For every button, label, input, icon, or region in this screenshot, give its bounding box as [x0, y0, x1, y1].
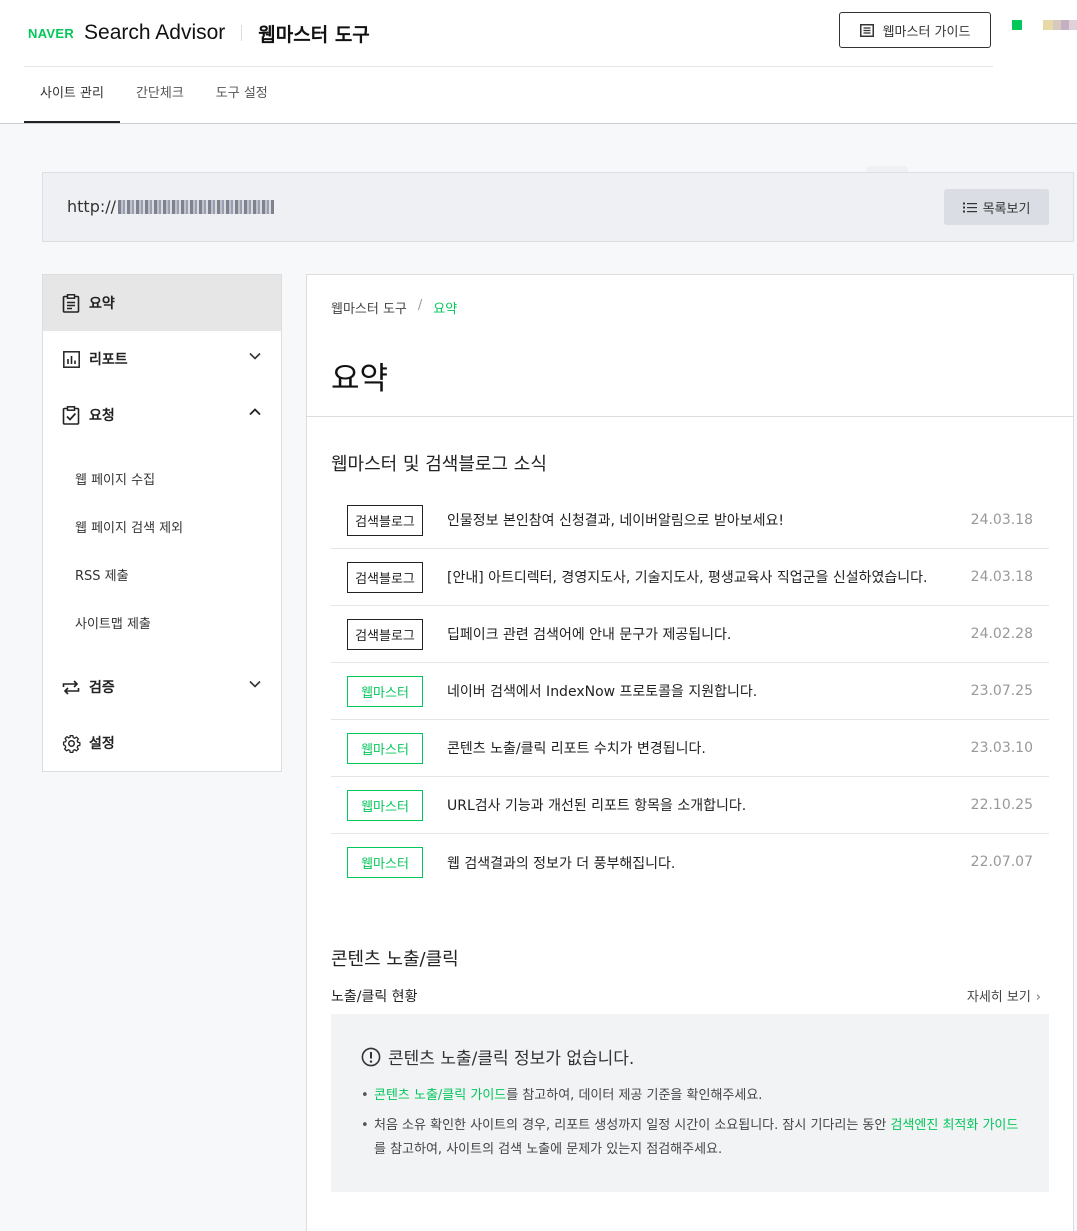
list-view-button[interactable]: 목록보기	[944, 189, 1049, 225]
news-row[interactable]: 웹마스터 네이버 검색에서 IndexNow 프로토콜을 지원합니다. 23.0…	[331, 663, 1049, 720]
news-row[interactable]: 검색블로그 인물정보 본인참여 신청결과, 네이버알림으로 받아보세요! 24.…	[331, 492, 1049, 549]
document-icon	[859, 23, 874, 37]
submenu-sitemap-submit[interactable]: 사이트맵 제출	[75, 613, 151, 632]
sidebar-item-label: 요청	[89, 408, 115, 424]
clipboard-icon	[61, 293, 81, 313]
redacted-domain	[118, 199, 275, 214]
empty-state-message: 콘텐츠 노출/클릭 정보가 없습니다.	[388, 1049, 635, 1069]
news-tag-badge: 웹마스터	[347, 732, 423, 764]
news-tag-badge: 검색블로그	[347, 618, 423, 650]
news-title[interactable]: 콘텐츠 노출/클릭 리포트 수치가 변경됩니다.	[447, 738, 706, 758]
tab-tool-settings[interactable]: 도구 설정	[200, 67, 284, 123]
main-content: 웹마스터 도구 / 요약 요약 웹마스터 및 검색블로그 소식 검색블로그 인물…	[306, 274, 1074, 1231]
news-row[interactable]: 검색블로그 딥페이크 관련 검색어에 안내 문구가 제공됩니다. 24.02.2…	[331, 606, 1049, 663]
note-text: 처음 소유 확인한 사이트의 경우, 리포트 생성까지 일정 시간이 소요됩니다…	[374, 1118, 891, 1133]
see-more-link[interactable]: 자세히 보기 ›	[967, 986, 1041, 1005]
breadcrumb: 웹마스터 도구 / 요약	[331, 298, 457, 317]
empty-state-box: 콘텐츠 노출/클릭 정보가 없습니다. 콘텐츠 노출/클릭 가이드를 참고하여,…	[331, 1014, 1049, 1192]
webmaster-guide-button[interactable]: 웹마스터 가이드	[839, 12, 991, 48]
site-url-prefix: http://	[67, 197, 117, 216]
news-tag-badge: 웹마스터	[347, 847, 423, 878]
list-icon	[962, 202, 977, 212]
sidebar-item-label: 설정	[89, 736, 115, 752]
see-more-label: 자세히 보기	[966, 990, 1031, 1005]
submenu-rss-submit[interactable]: RSS 제출	[75, 565, 129, 584]
main-tabs: 사이트 관리 간단체크 도구 설정	[24, 67, 284, 123]
gear-icon	[61, 733, 81, 753]
sidebar-item-label: 검증	[89, 680, 115, 696]
sidebar-item-settings[interactable]: 설정	[43, 715, 281, 771]
bar-chart-icon	[61, 349, 81, 369]
news-date: 23.03.10	[970, 740, 1033, 756]
sync-icon	[61, 677, 81, 697]
check-clipboard-icon	[61, 405, 81, 425]
title-divider	[307, 416, 1073, 417]
sidebar-item-summary[interactable]: 요약	[43, 275, 281, 331]
news-title[interactable]: 네이버 검색에서 IndexNow 프로토콜을 지원합니다.	[447, 681, 757, 701]
tool-title[interactable]: 웹마스터 도구	[258, 20, 370, 47]
sidebar-item-label: 요약	[89, 296, 115, 312]
sidebar-item-report[interactable]: 리포트	[43, 331, 281, 387]
exposure-guide-link[interactable]: 콘텐츠 노출/클릭 가이드	[374, 1088, 506, 1103]
submenu-web-page-collect[interactable]: 웹 페이지 수집	[75, 469, 155, 488]
sidebar: 요약 리포트 요청 웹 페이지 수집 웹 페이지 검색 제외 RSS 제출 사이…	[42, 274, 282, 772]
news-list: 검색블로그 인물정보 본인참여 신청결과, 네이버알림으로 받아보세요! 24.…	[331, 492, 1049, 891]
news-title[interactable]: 인물정보 본인참여 신청결과, 네이버알림으로 받아보세요!	[447, 510, 784, 530]
profile-avatar[interactable]	[1043, 20, 1077, 30]
site-url: http://	[67, 197, 275, 216]
note-item: 처음 소유 확인한 사이트의 경우, 리포트 생성까지 일정 시간이 소요됩니다…	[361, 1114, 1029, 1162]
exposure-subtitle: 노출/클릭 현황	[331, 989, 418, 1005]
sidebar-item-label: 리포트	[89, 352, 128, 368]
news-tag-badge: 검색블로그	[347, 561, 423, 593]
sidebar-item-verify[interactable]: 검증	[43, 659, 281, 715]
site-bar: http:// 목록보기	[42, 172, 1074, 242]
news-row[interactable]: 웹마스터 URL검사 기능과 개선된 리포트 항목을 소개합니다. 22.10.…	[331, 777, 1049, 834]
brand-name[interactable]: Search Advisor	[84, 21, 225, 45]
note-item: 콘텐츠 노출/클릭 가이드를 참고하여, 데이터 제공 기준을 확인해주세요.	[361, 1084, 1029, 1108]
news-tag-badge: 웹마스터	[347, 789, 423, 821]
news-tag-badge: 검색블로그	[347, 504, 423, 536]
news-row[interactable]: 검색블로그 [안내] 아트디렉터, 경영지도사, 기술지도사, 평생교육사 직업…	[331, 549, 1049, 606]
breadcrumb-separator: /	[417, 298, 423, 313]
chevron-down-icon	[249, 352, 261, 360]
news-date: 22.07.07	[970, 854, 1033, 870]
status-indicator	[1012, 20, 1022, 30]
exposure-section-title: 콘텐츠 노출/클릭	[331, 949, 459, 970]
chevron-down-icon	[249, 680, 261, 688]
sidebar-item-request[interactable]: 요청	[43, 387, 281, 443]
submenu-web-page-exclude[interactable]: 웹 페이지 검색 제외	[75, 517, 183, 536]
news-date: 22.10.25	[970, 797, 1033, 813]
news-title[interactable]: URL검사 기능과 개선된 리포트 항목을 소개합니다.	[447, 795, 746, 815]
news-tag-badge: 웹마스터	[347, 675, 423, 707]
seo-guide-link[interactable]: 검색엔진 최적화 가이드	[890, 1118, 1018, 1133]
empty-state-title: 콘텐츠 노출/클릭 정보가 없습니다.	[361, 1044, 634, 1069]
news-title[interactable]: [안내] 아트디렉터, 경영지도사, 기술지도사, 평생교육사 직업군을 신설하…	[447, 567, 927, 587]
news-date: 24.03.18	[970, 569, 1033, 585]
chevron-up-icon	[249, 408, 261, 416]
list-view-label: 목록보기	[982, 201, 1031, 217]
news-row[interactable]: 웹마스터 웹 검색결과의 정보가 더 풍부해집니다. 22.07.07	[331, 834, 1049, 891]
news-date: 23.07.25	[970, 683, 1033, 699]
page-title: 요약	[331, 361, 389, 397]
naver-logo[interactable]: NAVER	[28, 26, 74, 41]
guide-button-label: 웹마스터 가이드	[882, 24, 971, 40]
top-bar: NAVER Search Advisor 웹마스터 도구 웹마스터 가이드 사이…	[0, 0, 1077, 124]
tab-quick-check[interactable]: 간단체크	[120, 67, 200, 123]
news-date: 24.02.28	[970, 626, 1033, 642]
warning-circle-icon	[361, 1047, 381, 1066]
breadcrumb-current: 요약	[433, 302, 458, 317]
note-text: 를 참고하여, 데이터 제공 기준을 확인해주세요.	[506, 1088, 763, 1103]
news-row[interactable]: 웹마스터 콘텐츠 노출/클릭 리포트 수치가 변경됩니다. 23.03.10	[331, 720, 1049, 777]
notes-list: 콘텐츠 노출/클릭 가이드를 참고하여, 데이터 제공 기준을 확인해주세요. …	[361, 1084, 1029, 1168]
tab-site-management[interactable]: 사이트 관리	[24, 67, 120, 123]
news-title[interactable]: 딥페이크 관련 검색어에 안내 문구가 제공됩니다.	[447, 624, 731, 644]
news-title[interactable]: 웹 검색결과의 정보가 더 풍부해집니다.	[447, 853, 675, 873]
brand-divider	[241, 25, 243, 41]
chevron-right-icon: ›	[1035, 990, 1041, 1005]
note-text: 를 참고하여, 사이트의 검색 노출에 문제가 있는지 점검해주세요.	[374, 1142, 723, 1157]
breadcrumb-root[interactable]: 웹마스터 도구	[331, 298, 407, 317]
brand[interactable]: NAVER Search Advisor 웹마스터 도구	[28, 19, 370, 47]
news-date: 24.03.18	[970, 512, 1033, 528]
news-section-title: 웹마스터 및 검색블로그 소식	[331, 454, 547, 475]
